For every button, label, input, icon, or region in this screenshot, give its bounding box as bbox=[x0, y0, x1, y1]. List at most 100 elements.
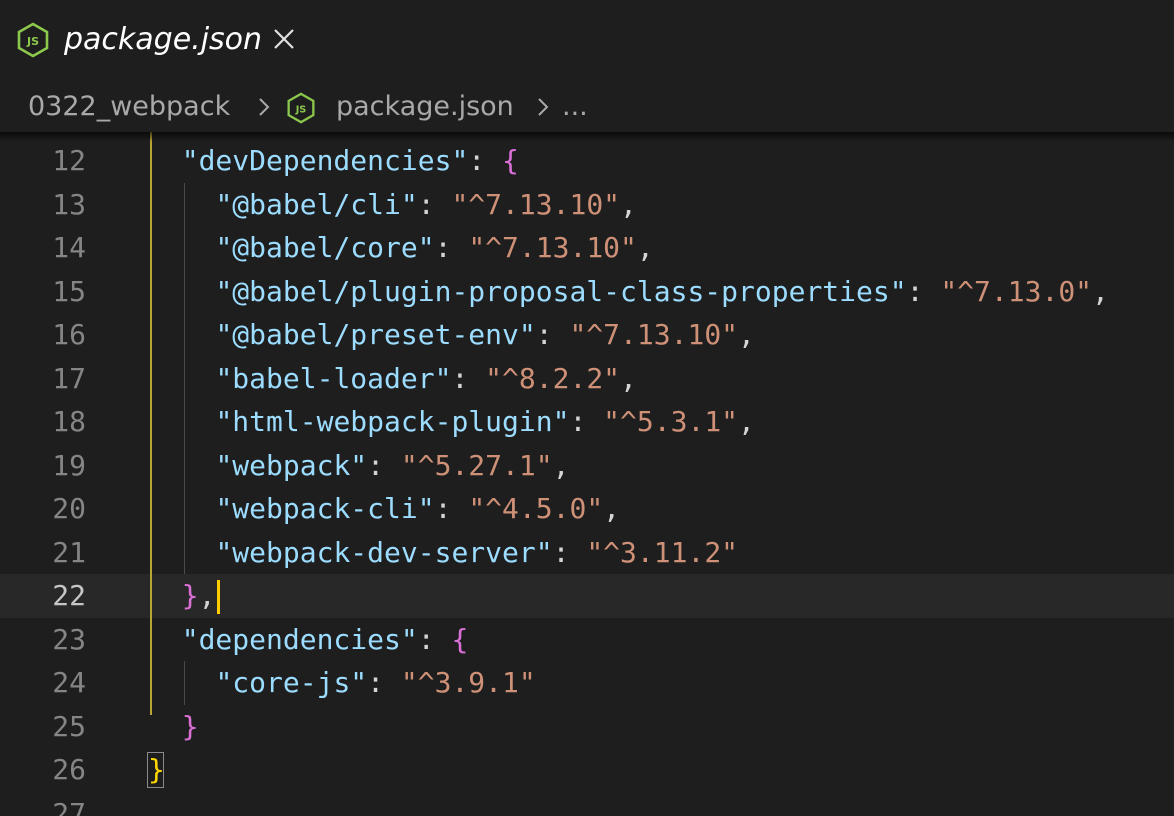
line-number: 17 bbox=[52, 361, 86, 395]
indent-guide bbox=[184, 182, 185, 574]
line-number: 23 bbox=[52, 622, 86, 656]
json-string: "^3.9.1" bbox=[400, 666, 536, 699]
json-string: "^7.13.10" bbox=[468, 231, 637, 264]
code-editor[interactable]: ' 12 "devDependencies": {13 "@babel/cli"… bbox=[0, 132, 1174, 816]
breadcrumb: 0322_webpack JS package.json ... bbox=[0, 82, 1174, 132]
open-brace: { bbox=[451, 622, 469, 656]
code-line[interactable]: 24 "core-js": "^3.9.1" bbox=[0, 661, 1174, 705]
svg-text:JS: JS bbox=[295, 104, 307, 115]
line-number: 19 bbox=[52, 448, 86, 482]
code-line[interactable]: 13 "@babel/cli": "^7.13.10", bbox=[0, 183, 1174, 227]
colon: : bbox=[569, 405, 604, 438]
chevron-right-icon bbox=[259, 98, 270, 116]
json-key: "dependencies" bbox=[181, 622, 418, 656]
line-number: 12 bbox=[52, 144, 86, 177]
code-content: "@babel/core": "^7.13.10", bbox=[148, 226, 653, 270]
nodejs-icon: JS bbox=[287, 92, 315, 124]
code-line[interactable]: 23 "dependencies": { bbox=[0, 618, 1174, 662]
code-line[interactable]: 12 "devDependencies": { bbox=[0, 139, 1174, 183]
line-number: 21 bbox=[52, 535, 86, 569]
code-line[interactable]: 25 } bbox=[0, 705, 1174, 749]
code-content: "@babel/cli": "^7.13.10", bbox=[148, 183, 636, 227]
breadcrumb-folder[interactable]: 0322_webpack bbox=[28, 82, 230, 132]
code-content: "core-js": "^3.9.1" bbox=[148, 661, 536, 705]
json-string: "^4.5.0" bbox=[468, 492, 604, 525]
code-line[interactable]: 27 bbox=[0, 792, 1174, 816]
comma: , bbox=[620, 361, 637, 395]
code-content: "@babel/preset-env": "^7.13.10", bbox=[148, 313, 755, 357]
code-line[interactable]: 18 "html-webpack-plugin": "^5.3.1", bbox=[0, 400, 1174, 444]
colon: : bbox=[535, 318, 570, 351]
code-line[interactable]: 17 "babel-loader": "^8.2.2", bbox=[0, 357, 1174, 401]
line-number: 20 bbox=[52, 492, 86, 525]
text-cursor bbox=[217, 580, 220, 614]
line-number: 18 bbox=[52, 405, 86, 438]
comma: , bbox=[552, 448, 570, 482]
breadcrumb-file[interactable]: package.json bbox=[336, 82, 514, 132]
json-string: "^7.13.10" bbox=[569, 318, 739, 351]
line-number: 25 bbox=[52, 709, 86, 743]
colon: : bbox=[434, 492, 469, 525]
code-content: "webpack": "^5.27.1", bbox=[148, 444, 569, 488]
code-line[interactable]: 20 "webpack-cli": "^4.5.0", bbox=[0, 487, 1174, 531]
json-key: "devDependencies" bbox=[181, 144, 469, 177]
colon: : bbox=[367, 666, 401, 699]
code-content: "webpack-dev-server": "^3.11.2" bbox=[148, 531, 738, 575]
code-content: "babel-loader": "^8.2.2", bbox=[148, 357, 637, 401]
json-key: "@babel/preset-env" bbox=[215, 318, 536, 351]
colon: : bbox=[906, 274, 941, 308]
tab-bar: JS package.json bbox=[0, 0, 1174, 80]
breadcrumb-ellipsis[interactable]: ... bbox=[562, 82, 588, 132]
line-number: 14 bbox=[52, 231, 86, 264]
colon: : bbox=[552, 535, 587, 569]
code-content: "webpack-cli": "^4.5.0", bbox=[148, 487, 620, 531]
line-number: 15 bbox=[52, 274, 86, 308]
colon: : bbox=[417, 187, 452, 221]
svg-text:JS: JS bbox=[26, 35, 39, 48]
code-line[interactable]: 21 "webpack-dev-server": "^3.11.2" bbox=[0, 531, 1174, 575]
json-string: "^5.27.1" bbox=[400, 448, 553, 482]
code-content: "devDependencies": { bbox=[148, 139, 519, 183]
json-key: "webpack" bbox=[215, 448, 368, 482]
json-string: "^8.2.2" bbox=[485, 361, 621, 395]
comma: , bbox=[198, 579, 216, 612]
tab-title[interactable]: package.json bbox=[64, 18, 262, 62]
colon: : bbox=[451, 361, 486, 395]
json-key: "@babel/cli" bbox=[215, 187, 418, 221]
code-line[interactable]: 22 }, bbox=[0, 574, 1174, 618]
json-key: "core-js" bbox=[215, 666, 368, 699]
code-line[interactable]: 19 "webpack": "^5.27.1", bbox=[0, 444, 1174, 488]
close-icon[interactable] bbox=[270, 25, 298, 53]
json-string: "^3.11.2" bbox=[586, 535, 739, 569]
code-line[interactable]: 16 "@babel/preset-env": "^7.13.10", bbox=[0, 313, 1174, 357]
json-key: "@babel/plugin-proposal-class-properties… bbox=[215, 274, 907, 308]
code-content: "dependencies": { bbox=[148, 618, 469, 662]
json-string: "^7.13.0" bbox=[940, 274, 1093, 308]
json-string: "^7.13.10" bbox=[451, 187, 621, 221]
line-number: 26 bbox=[52, 753, 86, 786]
indent-guide-active bbox=[150, 132, 152, 715]
code-line[interactable]: 26} bbox=[0, 748, 1174, 792]
json-key: "webpack-dev-server" bbox=[215, 535, 553, 569]
colon: : bbox=[417, 622, 452, 656]
code-line[interactable]: 14 "@babel/core": "^7.13.10", bbox=[0, 226, 1174, 270]
code-line[interactable]: 15 "@babel/plugin-proposal-class-propert… bbox=[0, 270, 1174, 314]
line-number: 24 bbox=[52, 666, 86, 699]
close-brace: } bbox=[181, 579, 199, 612]
code-content: } bbox=[148, 705, 199, 749]
comma: , bbox=[738, 318, 755, 351]
json-key: "@babel/core" bbox=[215, 231, 435, 264]
comma: , bbox=[1092, 274, 1109, 308]
line-number: 16 bbox=[52, 318, 86, 351]
